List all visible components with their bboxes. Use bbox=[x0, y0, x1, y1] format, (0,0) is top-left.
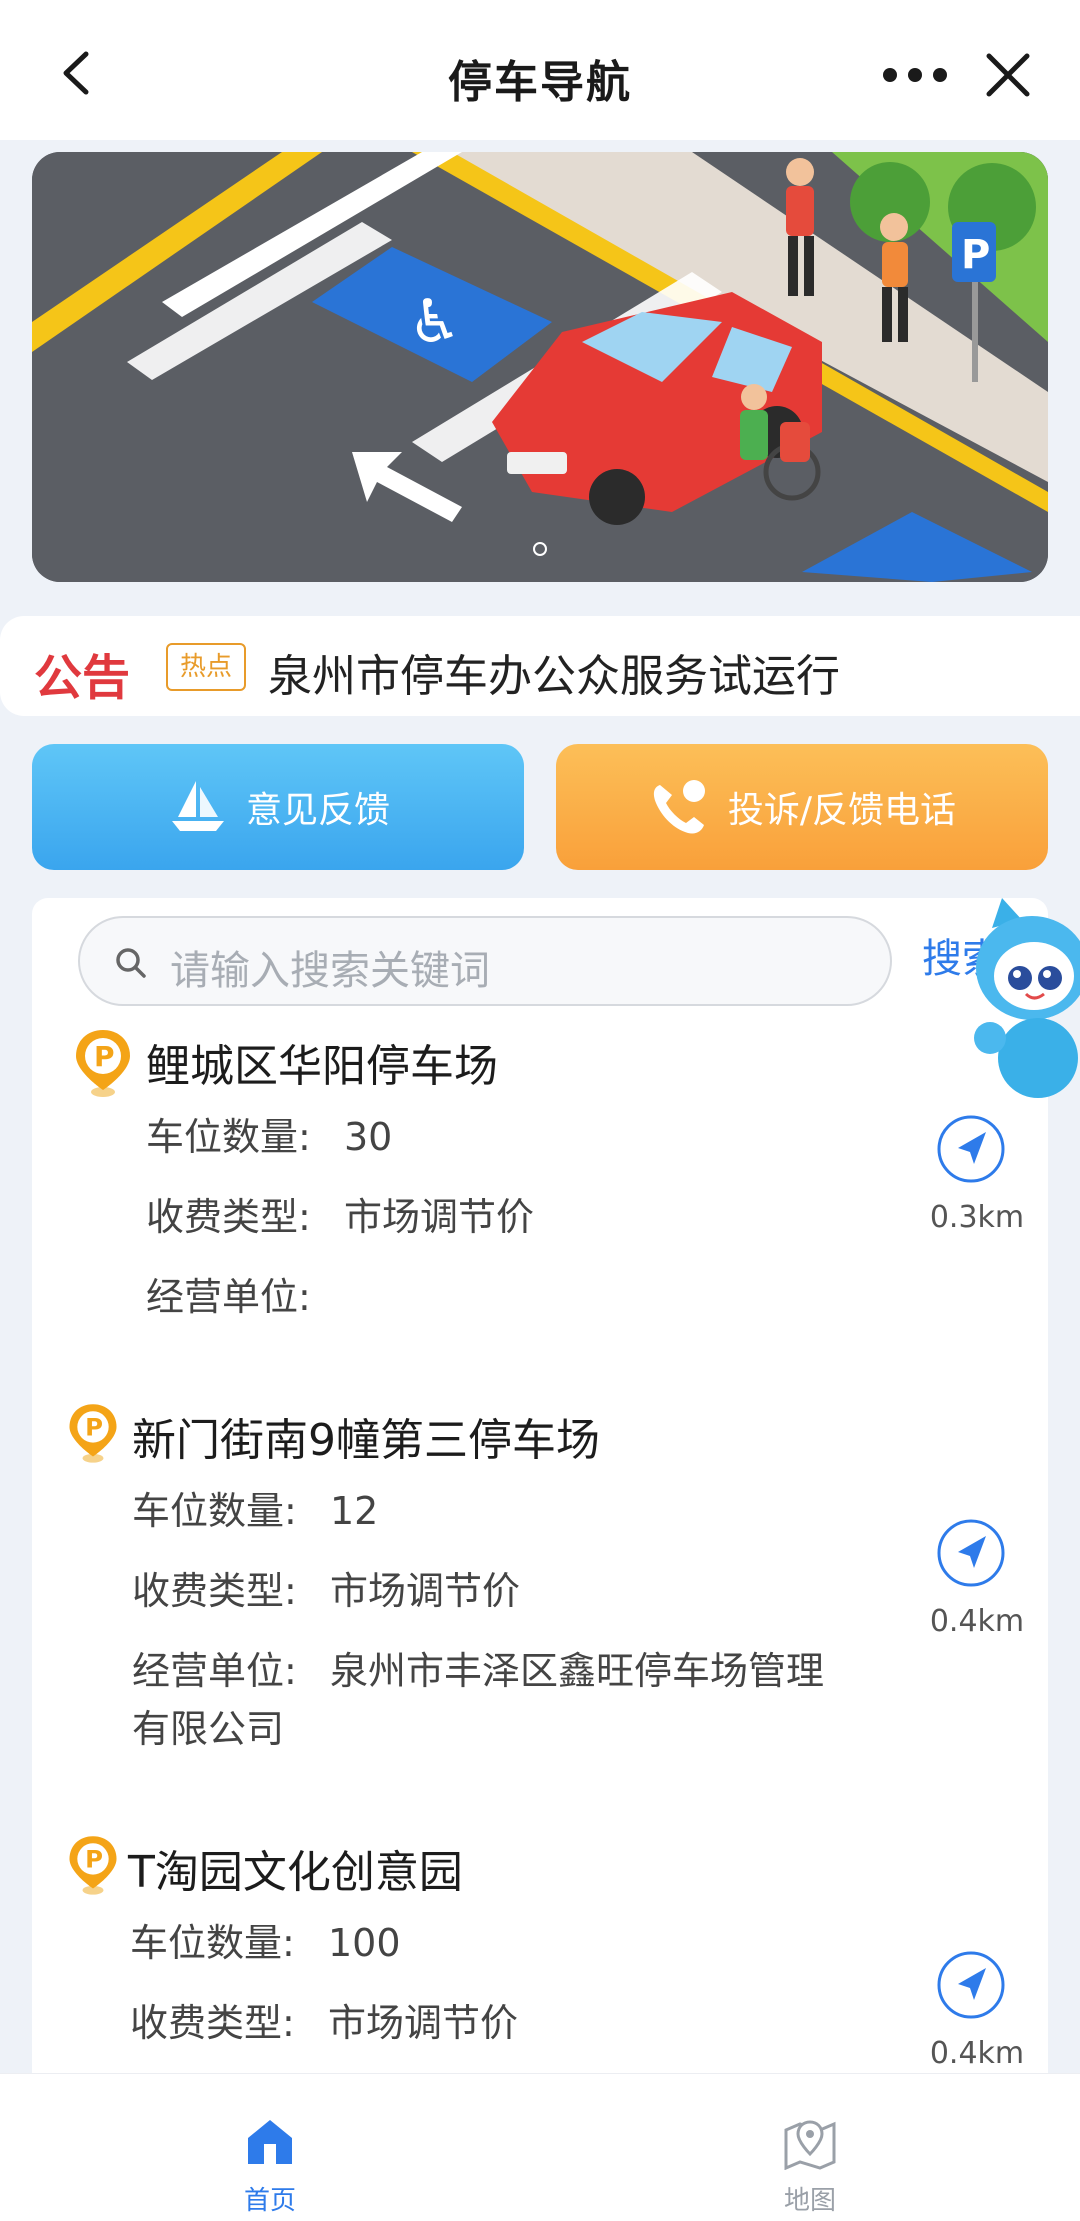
svg-text:P: P bbox=[85, 1413, 103, 1442]
boat-icon bbox=[171, 781, 224, 831]
fee-value: 市场调节价 bbox=[328, 2001, 519, 2045]
parking-pin-icon: P bbox=[69, 1404, 117, 1463]
spaces-value: 30 bbox=[344, 1115, 393, 1159]
search-placeholder: 请输入搜索关键词 bbox=[170, 948, 490, 994]
top-bar: 停车导航 bbox=[0, 0, 1080, 140]
lot-distance: 0.4km bbox=[929, 2036, 1025, 2071]
hot-badge: 热点 bbox=[166, 643, 246, 691]
feedback-button[interactable]: 意见反馈 bbox=[32, 744, 524, 870]
search-icon bbox=[116, 948, 146, 978]
lot-name: 新门街南9幢第三停车场 bbox=[132, 1415, 600, 1466]
mascot-assistant-icon[interactable] bbox=[962, 898, 1080, 1118]
lot-distance: 0.4km bbox=[929, 1604, 1025, 1639]
feedback-label: 意见反馈 bbox=[245, 790, 390, 831]
svg-text:P: P bbox=[961, 232, 990, 278]
bottom-tab-bar: 首页 地图 bbox=[0, 2073, 1080, 2221]
operator-value: 泉州市丰泽区鑫旺停车场管理 bbox=[330, 1649, 825, 1693]
lot-operator: 经营单位: bbox=[146, 1266, 344, 1321]
lot-fee: 收费类型: 市场调节价 bbox=[132, 1560, 520, 1615]
notice-bar[interactable]: 公告 热点 泉州市停车办公众服务试运行 bbox=[0, 616, 1080, 716]
complaint-phone-label: 投诉/反馈电话 bbox=[727, 790, 957, 831]
accessible-parking-illustration: ♿ P bbox=[32, 152, 1048, 582]
fee-value: 市场调节价 bbox=[330, 1569, 521, 1613]
tab-home-label: 首页 bbox=[243, 2186, 296, 2216]
tab-map-label: 地图 bbox=[783, 2186, 836, 2216]
lot-fee: 收费类型: 市场调节价 bbox=[146, 1186, 534, 1241]
close-icon[interactable] bbox=[985, 52, 1031, 98]
parking-pin-icon: P bbox=[76, 1030, 130, 1097]
lot-fee: 收费类型: 市场调节价 bbox=[130, 1992, 518, 2047]
lot-spaces: 车位数量: 12 bbox=[132, 1480, 378, 1535]
parking-pin-icon: P bbox=[69, 1836, 117, 1895]
lot-name: 鲤城区华阳停车场 bbox=[146, 1041, 498, 1092]
search-input[interactable]: 请输入搜索关键词 bbox=[78, 916, 892, 1006]
home-icon bbox=[248, 2120, 292, 2164]
spaces-value: 12 bbox=[330, 1489, 379, 1533]
parking-list-panel: 请输入搜索关键词 搜索 P 鲤城区华阳停车场 车位数量: 30 收费类型: 市场调节… bbox=[32, 898, 1048, 2078]
lot-operator: 经营单位: 泉州市丰泽区鑫旺停车场管理 bbox=[132, 1640, 824, 1695]
svg-text:P: P bbox=[94, 1040, 115, 1073]
navigate-icon[interactable] bbox=[936, 1114, 1006, 1184]
complaint-phone-button[interactable]: 投诉/反馈电话 bbox=[556, 744, 1048, 870]
phone-icon bbox=[653, 780, 705, 834]
map-pin-icon bbox=[784, 2120, 836, 2170]
tab-home[interactable]: 首页 bbox=[170, 2074, 370, 2221]
svg-text:♿: ♿ bbox=[408, 287, 462, 357]
fee-label: 收费类型: bbox=[130, 2001, 295, 2045]
spaces-value: 100 bbox=[328, 1921, 401, 1965]
lot-name: T淘园文化创意园 bbox=[128, 1847, 463, 1898]
spaces-label: 车位数量: bbox=[146, 1115, 311, 1159]
banner-carousel[interactable]: ♿ P bbox=[32, 152, 1048, 582]
navigate-icon[interactable] bbox=[936, 1950, 1006, 2020]
lot-spaces: 车位数量: 30 bbox=[146, 1106, 392, 1161]
spaces-label: 车位数量: bbox=[130, 1921, 295, 1965]
lot-spaces: 车位数量: 100 bbox=[130, 1912, 401, 1967]
fee-label: 收费类型: bbox=[146, 1195, 311, 1239]
operator-label: 经营单位: bbox=[146, 1275, 311, 1319]
operator-value-cont: 有限公司 bbox=[132, 1707, 285, 1751]
operator-label: 经营单位: bbox=[132, 1649, 297, 1693]
fee-value: 市场调节价 bbox=[344, 1195, 535, 1239]
more-dots-icon[interactable] bbox=[880, 60, 950, 90]
lot-distance: 0.3km bbox=[929, 1200, 1025, 1235]
spaces-label: 车位数量: bbox=[132, 1489, 297, 1533]
notice-label: 公告 bbox=[34, 650, 131, 706]
tab-map[interactable]: 地图 bbox=[710, 2074, 910, 2221]
svg-text:P: P bbox=[85, 1845, 103, 1874]
fee-label: 收费类型: bbox=[132, 1569, 297, 1613]
notice-text[interactable]: 泉州市停车办公众服务试运行 bbox=[268, 640, 840, 704]
navigate-icon[interactable] bbox=[936, 1518, 1006, 1588]
